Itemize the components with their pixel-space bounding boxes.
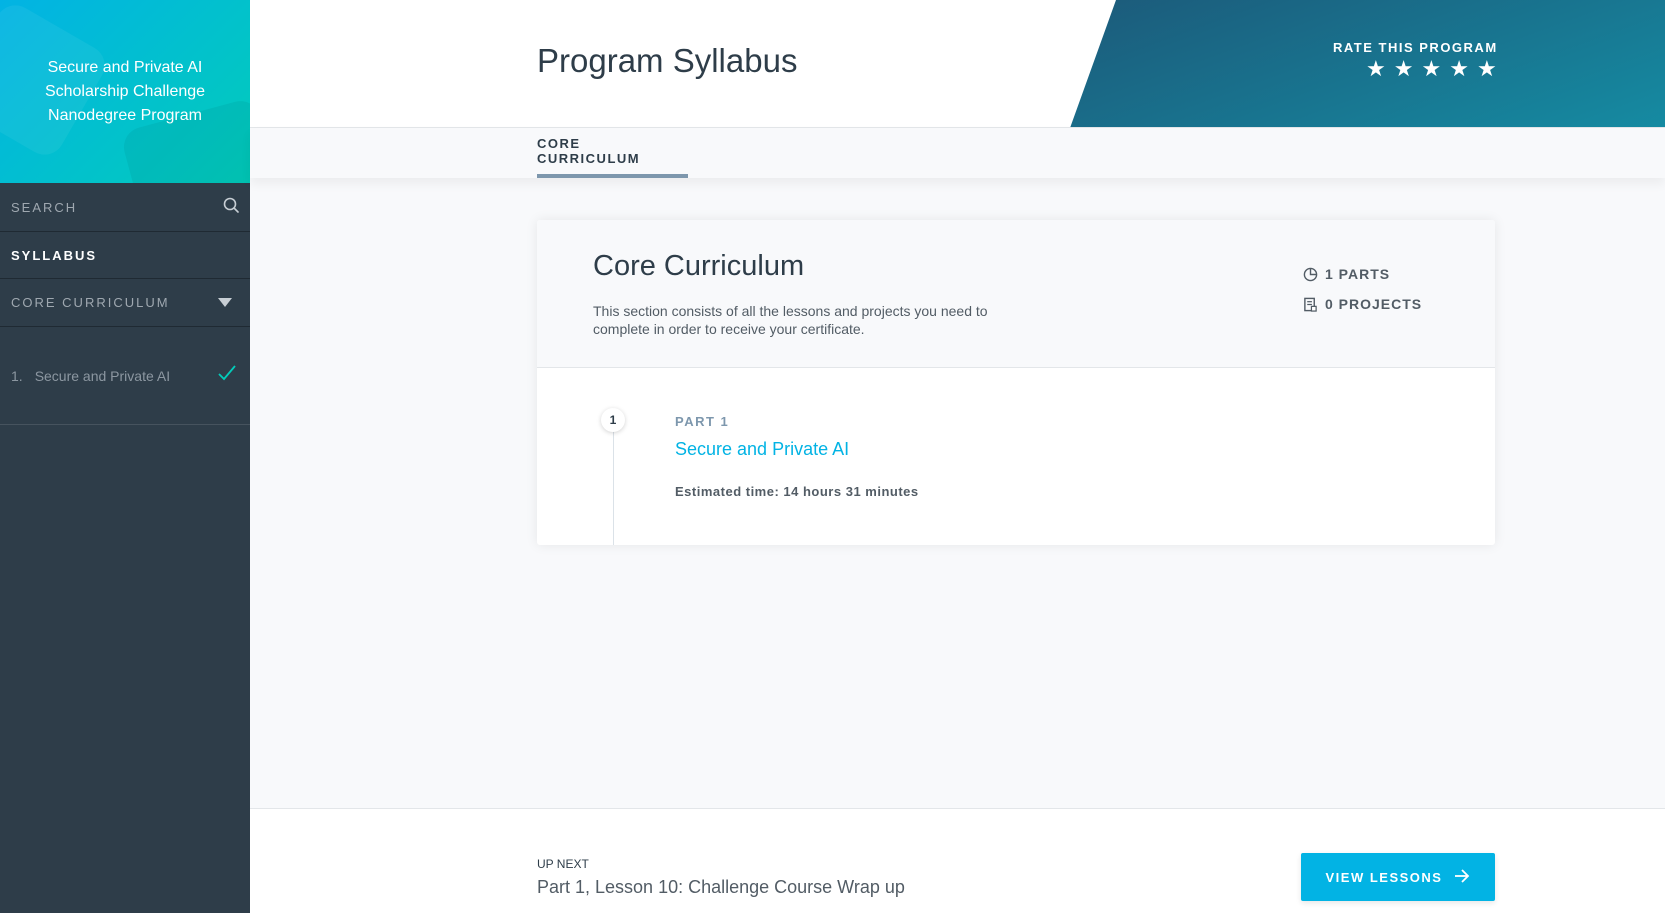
sidebar-lesson-item[interactable]: 1. Secure and Private AI [0, 327, 250, 425]
star-icon[interactable]: ★ [1477, 57, 1497, 81]
rating-stars[interactable]: ★ ★ ★ ★ ★ [1366, 57, 1497, 81]
card-header: Core Curriculum This section consists of… [537, 220, 1495, 368]
core-curriculum-label: CORE CURRICULUM [11, 295, 170, 310]
lesson-number: 1. [11, 367, 23, 384]
sidebar-search[interactable]: SEARCH [0, 183, 250, 232]
card-title: Core Curriculum [593, 250, 805, 282]
program-title-line: Nanodegree Program [48, 106, 202, 124]
program-header: Secure and Private AI Scholarship Challe… [0, 0, 250, 183]
parts-count: 1 PARTS [1325, 266, 1391, 282]
curriculum-card: Core Curriculum This section consists of… [537, 220, 1495, 545]
part-number-badge: 1 [601, 408, 625, 432]
view-lessons-button[interactable]: VIEW LESSONS [1301, 853, 1495, 901]
search-label: SEARCH [11, 199, 78, 215]
program-title-line: Secure and Private AI [47, 58, 203, 76]
part-title-link[interactable]: Secure and Private AI [675, 439, 849, 460]
pie-chart-icon [1303, 267, 1318, 282]
search-icon[interactable] [223, 197, 239, 218]
project-icon [1303, 297, 1318, 312]
star-icon[interactable]: ★ [1366, 57, 1386, 81]
star-icon[interactable]: ★ [1421, 57, 1441, 81]
page-title: Program Syllabus [537, 42, 798, 79]
sidebar-item-syllabus[interactable]: SYLLABUS [0, 232, 250, 279]
sidebar: Secure and Private AI Scholarship Challe… [0, 0, 250, 913]
projects-stat: 0 PROJECTS [1303, 296, 1422, 312]
star-icon[interactable]: ★ [1449, 57, 1469, 81]
part-item: 1 PART 1 Secure and Private AI Estimated… [537, 368, 1495, 545]
projects-count: 0 PROJECTS [1325, 296, 1423, 312]
view-lessons-label: VIEW LESSONS [1325, 869, 1443, 885]
up-next-title: Part 1, Lesson 10: Challenge Course Wrap… [537, 877, 905, 897]
checkmark-icon [218, 364, 236, 387]
star-icon[interactable]: ★ [1394, 57, 1414, 81]
up-next-footer: UP NEXT Part 1, Lesson 10: Challenge Cou… [250, 808, 1665, 913]
estimated-time: Estimated time: 14 hours 31 minutes [675, 484, 919, 499]
part-label: PART 1 [675, 414, 730, 429]
rate-program-label: RATE THIS PROGRAM [1333, 40, 1498, 55]
tab-core-curriculum[interactable]: CORE CURRICULUM [537, 128, 688, 178]
lesson-title: Secure and Private AI [34, 367, 171, 384]
caret-down-icon[interactable] [218, 298, 232, 307]
tab-bar: CORE CURRICULUM [250, 128, 1665, 178]
parts-stat: 1 PARTS [1303, 266, 1390, 282]
card-description: This section consists of all the lessons… [593, 303, 988, 337]
program-title-line: Scholarship Challenge [44, 82, 206, 100]
up-next-label: UP NEXT [537, 857, 589, 871]
sidebar-item-core-curriculum[interactable]: CORE CURRICULUM [0, 279, 250, 327]
program-title: Secure and Private AI Scholarship Challe… [45, 56, 205, 128]
arrow-right-icon [1454, 868, 1470, 886]
page-header: Program Syllabus RATE THIS PROGRAM ★ ★ ★… [250, 0, 1665, 128]
